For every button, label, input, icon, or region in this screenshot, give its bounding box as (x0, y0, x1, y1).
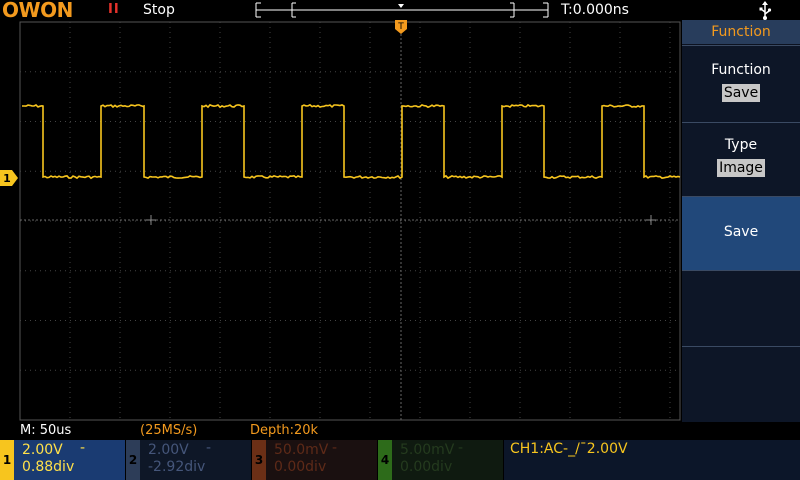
usb-icon (759, 1, 772, 20)
channel-3-box[interactable]: 3 50.0mV - 0.00div (252, 440, 377, 480)
trigger-info-box[interactable]: CH1:AC-_/¯2.00V (504, 440, 800, 480)
side-menu-title: Function (682, 20, 800, 45)
channel-4-number: 4 (378, 440, 392, 480)
channel-3-coupling: - (332, 440, 338, 456)
pause-icon: II (108, 2, 120, 17)
channel-1-box[interactable]: 1 2.00V - 0.88div (0, 440, 125, 480)
svg-text:T: T (397, 22, 404, 32)
channel-2-coupling: - (206, 440, 212, 456)
channel-3-scale: 50.0mV (274, 442, 329, 458)
channel-4-box[interactable]: 4 5.00mV - 0.00div (378, 440, 503, 480)
channel-3-number: 3 (252, 440, 266, 480)
channel-4-position: 0.00div (400, 459, 453, 475)
ch1-ground-marker[interactable]: 1 (0, 170, 18, 186)
channel-2-scale: 2.00V (148, 442, 189, 458)
channel-1-coupling: - (80, 440, 86, 456)
menu-item-type[interactable]: Type Image (682, 122, 800, 196)
channel-2-position: -2.92div (148, 459, 206, 475)
view-position-marker (398, 4, 404, 8)
channel-4-scale: 5.00mV (400, 442, 455, 458)
cursor-cross (146, 215, 156, 225)
channel-1-number: 1 (0, 440, 14, 480)
menu-item-function[interactable]: Function Save (682, 45, 800, 122)
save-button[interactable]: Save (682, 196, 800, 270)
channel-2-number: 2 (126, 440, 140, 480)
menu-item-function-label: Function (711, 62, 771, 78)
channel-1-position: 0.88div (22, 459, 75, 475)
menu-item-empty-1[interactable] (682, 270, 800, 346)
time-offset-readout: T:0.000ns (561, 2, 629, 18)
menu-item-type-value: Image (717, 159, 765, 177)
channel-4-coupling: - (458, 440, 464, 456)
memory-depth-readout: Depth:20k (250, 423, 319, 438)
waveform-display[interactable]: T 1 (0, 20, 682, 422)
menu-item-empty-2[interactable] (682, 346, 800, 422)
horizontal-position-bar[interactable] (252, 0, 552, 20)
channel-2-box[interactable]: 2 2.00V - -2.92div (126, 440, 251, 480)
graticule-grid (19, 21, 681, 421)
svg-text:1: 1 (3, 172, 11, 185)
trigger-info: CH1:AC-_/¯2.00V (510, 441, 628, 457)
run-state-label: Stop (143, 2, 175, 18)
channel-1-scale: 2.00V (22, 442, 63, 458)
owon-logo: OWON (2, 0, 73, 22)
ch1-waveform-trace (22, 103, 681, 180)
menu-item-function-value: Save (721, 84, 761, 102)
sample-rate-readout: (25MS/s) (140, 423, 198, 438)
cursor-cross (646, 215, 656, 225)
menu-item-type-label: Type (724, 137, 758, 153)
trigger-position-marker[interactable]: T (395, 20, 407, 34)
save-button-label: Save (723, 224, 759, 240)
channel-3-position: 0.00div (274, 459, 327, 475)
timebase-readout: M: 50us (20, 423, 72, 438)
